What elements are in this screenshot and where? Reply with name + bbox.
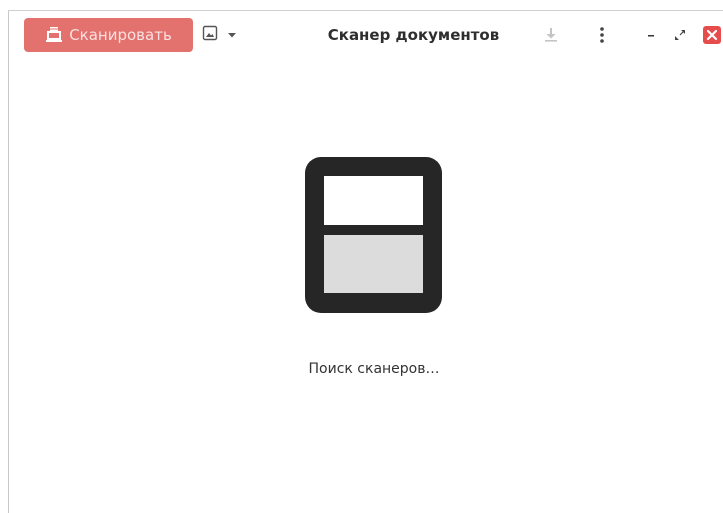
close-icon [706,26,718,45]
header-bar: Сканировать Сканер документов [9,11,723,65]
scanner-icon [45,26,63,44]
status-text: Поиск сканеров… [308,361,440,377]
scanner-page-icon [305,157,442,313]
minimize-icon[interactable] [641,25,661,45]
vertical-dots-icon[interactable] [592,25,612,45]
download-icon[interactable] [541,25,561,45]
app-window: Сканировать Сканер документов Поиск скан… [8,10,723,513]
scan-button-label: Сканировать [69,26,172,44]
close-button[interactable] [703,26,721,44]
restore-icon[interactable] [670,25,690,45]
scan-button[interactable]: Сканировать [24,18,193,52]
window-title: Сканер документов [327,26,500,44]
